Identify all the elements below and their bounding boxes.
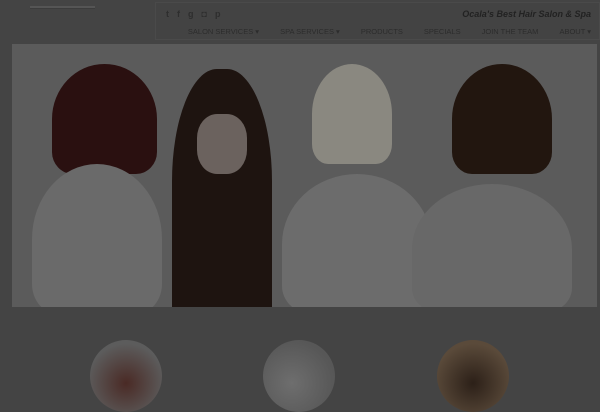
site-logo[interactable] [30,6,95,9]
twitter-icon[interactable]: t [166,9,169,19]
main-nav: Salon Services ▾ Spa Services ▾ Products… [188,27,591,36]
nav-spa-services[interactable]: Spa Services ▾ [280,27,340,36]
site-header: t f g ◘ p Ocala's Best Hair Salon & Spa … [155,2,600,40]
thumbnail-bridal[interactable] [263,340,335,412]
model-1-body [32,164,162,307]
social-links: t f g ◘ p [166,9,220,19]
model-1-hair [52,64,157,174]
pinterest-icon[interactable]: p [215,9,221,19]
model-3-body [282,174,432,307]
model-2-hair [172,69,272,307]
nav-salon-services[interactable]: Salon Services ▾ [188,27,259,36]
google-plus-icon[interactable]: g [188,9,194,19]
facebook-icon[interactable]: f [177,9,180,19]
hero-image [12,44,597,307]
instagram-icon[interactable]: ◘ [202,9,207,19]
nav-join-the-team[interactable]: Join the Team [482,27,539,36]
nav-products[interactable]: Products [361,27,403,36]
nav-about[interactable]: About ▾ [559,27,591,36]
thumbnail-hair[interactable] [90,340,162,412]
model-2-face [197,114,247,174]
model-4-body [412,184,572,307]
tagline: Ocala's Best Hair Salon & Spa [462,9,591,19]
model-3-hair [312,64,392,164]
nav-specials[interactable]: Specials [424,27,461,36]
thumbnail-style[interactable] [437,340,509,412]
model-4-hair [452,64,552,174]
